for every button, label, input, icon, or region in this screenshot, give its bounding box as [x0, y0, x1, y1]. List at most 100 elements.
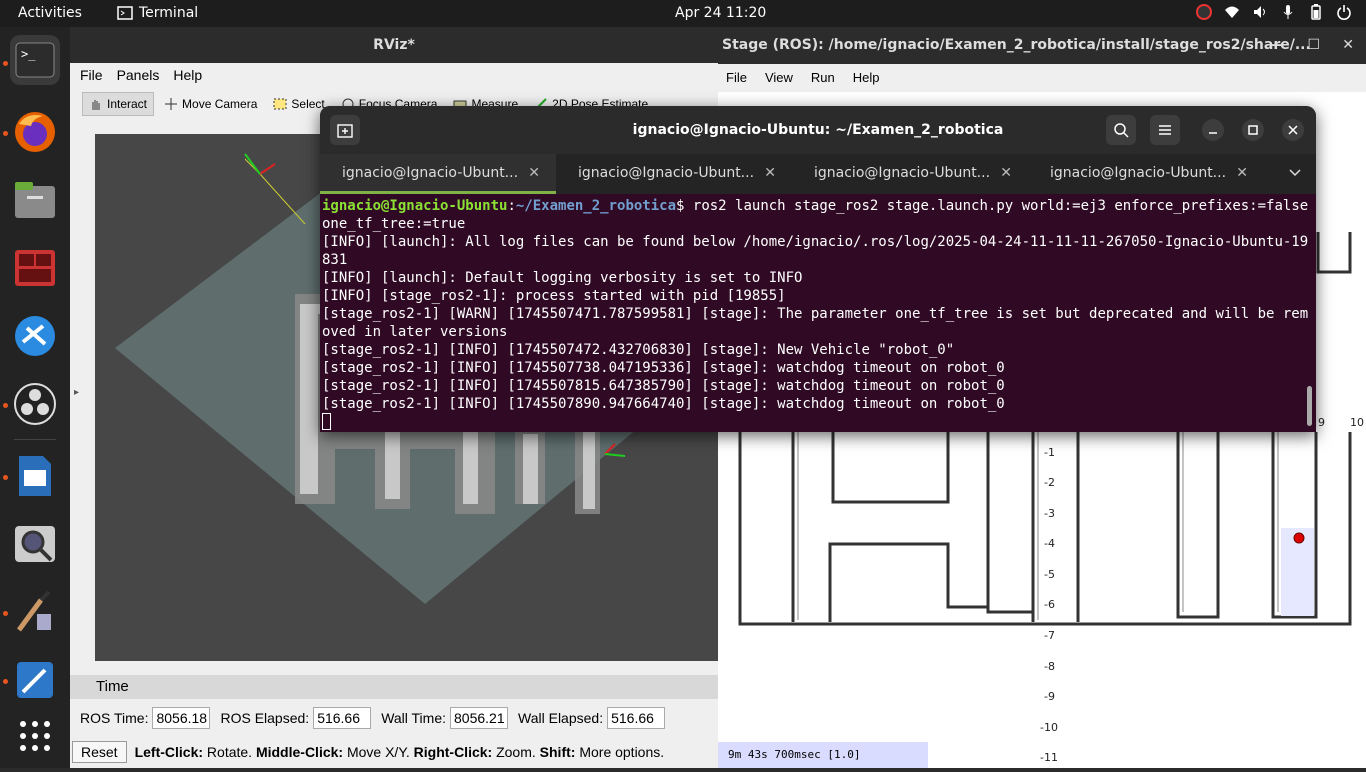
output-line: [stage_ros2-1] [INFO] [1745507890.947664… — [322, 396, 1005, 412]
axis-x-tick: 9 — [1318, 416, 1325, 429]
new-tab-icon — [337, 124, 353, 138]
close-tab-icon[interactable]: ✕ — [764, 154, 776, 192]
output-line: [stage_ros2-1] [INFO] [1745507738.047195… — [322, 360, 1005, 376]
close-icon[interactable]: ✕ — [1342, 27, 1354, 64]
close-button[interactable] — [1282, 119, 1304, 141]
app-icon — [15, 316, 55, 356]
running-indicator — [3, 475, 8, 480]
dock-text-editor[interactable] — [10, 655, 60, 705]
dock-blue-app[interactable] — [10, 311, 60, 361]
menu-file[interactable]: File — [80, 63, 103, 89]
output-line: [INFO] [stage_ros2-1]: process started w… — [322, 288, 786, 304]
activities-button[interactable]: Activities — [18, 5, 82, 21]
reset-button[interactable]: Reset — [72, 741, 127, 763]
axis-y-tick: -1 — [1044, 446, 1055, 459]
menu-panels[interactable]: Panels — [117, 63, 160, 89]
wall-time-field[interactable]: 8056.21 — [450, 707, 509, 729]
time-fields: ROS Time: 8056.18 ROS Elapsed: 516.66 Wa… — [80, 707, 671, 729]
battery-icon — [1311, 4, 1321, 20]
maximize-button[interactable] — [1242, 119, 1264, 141]
new-tab-button[interactable] — [330, 115, 360, 145]
volume-icon — [1254, 6, 1265, 18]
close-tab-icon[interactable]: ✕ — [1236, 154, 1248, 192]
running-indicator — [3, 679, 8, 684]
rviz-title[interactable]: RViz* — [70, 27, 718, 63]
wall-time-label: Wall Time: — [381, 710, 447, 726]
text-cursor — [322, 413, 331, 430]
dock-firefox[interactable] — [10, 107, 60, 157]
running-indicator — [3, 403, 8, 408]
axis-y-tick: -7 — [1044, 629, 1055, 642]
folder-icon — [15, 182, 55, 218]
tab-list-chevron-down-icon[interactable] — [1288, 164, 1302, 183]
terminal-tab-2[interactable]: ignacio@Ignacio-Ubunt... ✕ — [556, 154, 792, 194]
top-bar: Activities Terminal Apr 24 11:20 — [0, 0, 1366, 27]
axis-y-tick: -10 — [1040, 721, 1058, 734]
terminator-icon — [15, 250, 55, 286]
clock[interactable]: Apr 24 11:20 — [675, 5, 766, 21]
output-line: [stage_ros2-1] [INFO] [1745507815.647385… — [322, 378, 1005, 394]
stage-title[interactable]: Stage (ROS): /home/ignacio/Examen_2_robo… — [718, 27, 1366, 64]
dock-paint[interactable] — [10, 587, 60, 637]
system-tray[interactable] — [1196, 4, 1352, 20]
app-menu[interactable]: Terminal — [117, 5, 198, 21]
wall-elapsed-field[interactable]: 516.66 — [607, 707, 666, 729]
menu-button[interactable] — [1150, 115, 1180, 145]
time-panel-header[interactable]: Time — [70, 675, 718, 699]
ros-time-label: ROS Time: — [80, 710, 149, 726]
menu-file[interactable]: File — [726, 64, 747, 92]
dock-terminal[interactable]: >_ — [10, 35, 60, 85]
maximize-icon[interactable]: ☐ — [1307, 27, 1320, 64]
ros-elapsed-field[interactable]: 516.66 — [313, 707, 372, 729]
terminal-tab-3[interactable]: ignacio@Ignacio-Ubunt... ✕ — [792, 154, 1028, 194]
terminal-headerbar[interactable]: ignacio@Ignacio-Ubuntu: ~/Examen_2_robot… — [320, 106, 1316, 154]
text-editor-icon — [17, 662, 53, 698]
stage-menubar: File View Run Help — [718, 64, 1366, 92]
terminal-window: ignacio@Ignacio-Ubuntu: ~/Examen_2_robot… — [320, 106, 1316, 432]
magnifier-icon — [15, 526, 55, 562]
menu-run[interactable]: Run — [811, 64, 835, 92]
minimize-icon[interactable]: — — [1270, 27, 1284, 64]
wall-elapsed-label: Wall Elapsed: — [518, 710, 604, 726]
running-indicator — [3, 131, 8, 136]
status-row: Reset Left-Click: Rotate. Middle-Click: … — [72, 741, 664, 763]
terminal-tab-4[interactable]: ignacio@Ignacio-Ubunt... ✕ — [1028, 154, 1264, 194]
time-panel: Time ROS Time: 8056.18 ROS Elapsed: 516.… — [70, 675, 718, 768]
terminal-icon — [117, 6, 133, 20]
prompt-user: ignacio@Ignacio-Ubuntu — [322, 198, 508, 214]
terminal-title: ignacio@Ignacio-Ubuntu: ~/Examen_2_robot… — [632, 122, 1004, 138]
dock-obs[interactable] — [10, 379, 60, 429]
menu-view[interactable]: View — [765, 64, 793, 92]
output-line: [stage_ros2-1] [WARN] [1745507471.787599… — [322, 306, 1309, 340]
close-tab-icon[interactable]: ✕ — [528, 154, 540, 192]
collapse-arrow-icon[interactable]: ▸ — [74, 387, 79, 398]
tool-interact[interactable]: Interact — [82, 92, 155, 116]
search-button[interactable] — [1106, 115, 1136, 145]
minimize-button[interactable] — [1202, 119, 1224, 141]
firefox-icon — [15, 112, 55, 152]
terminal-output[interactable]: ignacio@Ignacio-Ubuntu:~/Examen_2_roboti… — [320, 194, 1316, 432]
dock-image-viewer[interactable] — [10, 519, 60, 569]
wifi-icon — [1225, 6, 1239, 18]
dock-writer[interactable] — [10, 451, 60, 501]
dock-files[interactable] — [10, 175, 60, 225]
dock: >_ — [0, 27, 70, 768]
ros-time-field[interactable]: 8056.18 — [152, 707, 211, 729]
move-icon — [165, 98, 178, 110]
dock-terminator[interactable] — [10, 243, 60, 293]
prompt-path: ~/Examen_2_robotica — [515, 198, 677, 214]
output-line: [INFO] [launch]: All log files can be fo… — [322, 234, 1309, 268]
document-icon — [19, 456, 51, 496]
brush-icon — [16, 590, 51, 632]
axis-y-tick: -6 — [1044, 598, 1055, 611]
terminal-tab-1[interactable]: ignacio@Ignacio-Ubunt... ✕ — [320, 154, 556, 194]
axis-y-tick: -8 — [1044, 660, 1055, 673]
menu-help[interactable]: Help — [173, 63, 202, 89]
menu-help[interactable]: Help — [853, 64, 880, 92]
update-icon — [1196, 4, 1212, 20]
minimize-icon — [1209, 132, 1217, 134]
tool-move-camera[interactable]: Move Camera — [158, 93, 263, 115]
show-apps-button[interactable] — [10, 711, 60, 761]
close-tab-icon[interactable]: ✕ — [1000, 154, 1012, 192]
terminal-scrollbar[interactable] — [1307, 386, 1312, 426]
